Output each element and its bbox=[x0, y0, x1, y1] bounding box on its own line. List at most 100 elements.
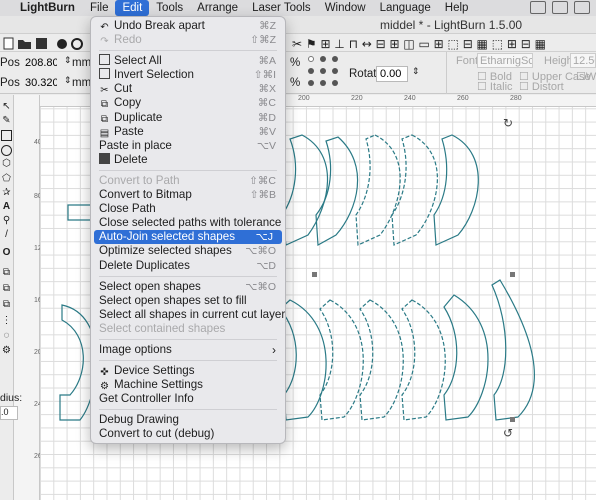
menu-language[interactable]: Language bbox=[373, 0, 438, 16]
boolean-tool-icon[interactable]: ⧉ bbox=[1, 283, 12, 294]
curved-part-shape[interactable] bbox=[443, 294, 489, 421]
origin-dot[interactable] bbox=[320, 80, 326, 86]
menu-file[interactable]: File bbox=[83, 0, 116, 16]
circular-array-icon[interactable]: ◌ bbox=[1, 330, 12, 341]
select-tool-icon[interactable]: ↖ bbox=[1, 101, 12, 112]
measure-tool-icon[interactable]: / bbox=[1, 229, 12, 240]
menu-item-delete[interactable]: Delete bbox=[91, 152, 285, 167]
rotate-handle-icon[interactable]: ↺ bbox=[503, 426, 513, 440]
menu-edit[interactable]: Edit bbox=[115, 0, 150, 16]
menu-item-device-settings[interactable]: ✜ Device Settings bbox=[91, 364, 285, 378]
xpos-label: Pos bbox=[0, 57, 20, 69]
menu-arrange[interactable]: Arrange bbox=[190, 0, 245, 16]
menu-item-debug-drawing[interactable]: Debug Drawing bbox=[91, 413, 285, 427]
rotate-input[interactable] bbox=[376, 66, 408, 82]
text-tool-icon[interactable]: A bbox=[1, 201, 12, 212]
rotate-handle-icon[interactable]: ↻ bbox=[503, 116, 513, 130]
menu-item-close-selected-paths[interactable]: Close selected paths with tolerance bbox=[91, 216, 285, 230]
polygon-tool-icon[interactable]: ⬡ bbox=[1, 158, 12, 169]
menu-item-machine-settings[interactable]: ⚙ Machine Settings bbox=[91, 378, 285, 392]
menu-item-close-path[interactable]: Close Path bbox=[91, 202, 285, 216]
tray-icon[interactable] bbox=[574, 1, 590, 14]
origin-dot[interactable] bbox=[308, 80, 314, 86]
origin-dot[interactable] bbox=[332, 80, 338, 86]
selection-handle[interactable] bbox=[510, 417, 515, 422]
origin-selector[interactable] bbox=[306, 54, 342, 92]
curved-part-shape[interactable] bbox=[433, 134, 479, 246]
curved-part-shape[interactable] bbox=[279, 299, 327, 421]
circle-half-icon[interactable] bbox=[71, 38, 83, 50]
position-tool-icon[interactable]: ⚲ bbox=[1, 215, 12, 226]
curved-part-shape[interactable] bbox=[281, 134, 329, 246]
menu-laser-tools[interactable]: Laser Tools bbox=[245, 0, 318, 16]
distort-checkbox[interactable]: ☐ Distort bbox=[519, 80, 564, 93]
origin-dot[interactable] bbox=[308, 56, 314, 62]
menu-item-convert-to-cut[interactable]: Convert to cut (debug) bbox=[91, 427, 285, 441]
menu-item-invert-selection[interactable]: Invert Selection ⇧⌘I bbox=[91, 68, 285, 82]
offset-tool-icon[interactable]: O bbox=[1, 247, 12, 258]
star-tool-icon[interactable]: ✰ bbox=[1, 187, 12, 198]
menu-item-paste-in-place[interactable]: Paste in place ⌥V bbox=[91, 139, 285, 153]
tool-icons[interactable]: ✂ ⚑ ⊞ ⊥ ⊓ ↔ ⊟ ⊞ ◫ ▭ ⊞ ⬚ ⊟ ▦ ⬚ ⊞ ⊟ ▦ bbox=[292, 37, 546, 51]
menu-window[interactable]: Window bbox=[318, 0, 373, 16]
menu-item-select-contained[interactable]: Select contained shapes bbox=[91, 322, 285, 336]
menu-item-select-open-fill[interactable]: Select open shapes set to fill bbox=[91, 294, 285, 308]
menu-tools[interactable]: Tools bbox=[149, 0, 190, 16]
save-icon[interactable] bbox=[36, 38, 47, 49]
menu-item-paste[interactable]: ▤ Paste ⌘V bbox=[91, 125, 285, 139]
origin-dot[interactable] bbox=[320, 68, 326, 74]
selection-handle[interactable] bbox=[510, 272, 515, 277]
selection-handle[interactable] bbox=[312, 272, 317, 277]
xpos-input[interactable] bbox=[22, 55, 60, 71]
shape-tool-icon[interactable]: ⬠ bbox=[1, 173, 12, 184]
menu-item-undo[interactable]: ↶ Undo Break apart ⌘Z bbox=[91, 19, 285, 33]
gear-icon[interactable]: ⚙ bbox=[1, 345, 12, 356]
menu-item-select-open-shapes[interactable]: Select open shapes ⌥⌘O bbox=[91, 280, 285, 294]
menu-item-convert-to-path[interactable]: Convert to Path ⇧⌘C bbox=[91, 174, 285, 188]
menu-item-auto-join[interactable]: Auto-Join selected shapes ⌥J bbox=[94, 230, 282, 245]
rotate-stepper[interactable]: ⇕ bbox=[412, 66, 420, 77]
italic-checkbox[interactable]: ☐ Italic bbox=[477, 80, 513, 93]
menu-item-duplicate[interactable]: ⧉ Duplicate ⌘D bbox=[91, 111, 285, 125]
curved-part-shape[interactable] bbox=[491, 279, 535, 421]
menu-item-select-all-in-layer[interactable]: Select all shapes in current cut layer bbox=[91, 308, 285, 322]
ypos-stepper[interactable]: ⇕ bbox=[64, 75, 72, 86]
curved-part-shape[interactable] bbox=[355, 134, 401, 246]
new-file-icon[interactable] bbox=[3, 37, 14, 50]
curved-part-shape[interactable] bbox=[359, 299, 404, 421]
curved-part-shape[interactable] bbox=[391, 134, 438, 246]
edit-nodes-icon[interactable]: ✎ bbox=[1, 115, 12, 126]
corner-radius-input[interactable]: .0 bbox=[0, 406, 18, 420]
menu-item-redo[interactable]: ↷ Redo ⇧⌘Z bbox=[91, 33, 285, 47]
open-folder-icon[interactable] bbox=[18, 40, 31, 49]
menu-item-cut[interactable]: ✂ Cut ⌘X bbox=[91, 82, 285, 96]
rectangle-tool-icon[interactable] bbox=[1, 130, 12, 141]
menu-help[interactable]: Help bbox=[438, 0, 476, 16]
menu-lightburn[interactable]: LightBurn bbox=[0, 2, 83, 14]
origin-dot[interactable] bbox=[320, 56, 326, 62]
menu-item-get-controller-info[interactable]: Get Controller Info bbox=[91, 392, 285, 406]
curved-part-shape[interactable] bbox=[315, 136, 359, 246]
weld-tool-icon[interactable]: ⧉ bbox=[1, 299, 12, 310]
origin-dot[interactable] bbox=[332, 56, 338, 62]
ellipse-tool-icon[interactable] bbox=[1, 145, 12, 156]
ypos-input[interactable] bbox=[22, 75, 60, 91]
weld-checkbox[interactable]: ☐Weld bbox=[576, 70, 596, 83]
curved-part-shape[interactable] bbox=[401, 299, 446, 421]
font-height-input[interactable]: 12.50 bbox=[570, 53, 596, 68]
tray-icon[interactable] bbox=[552, 1, 568, 14]
menu-item-optimize[interactable]: Optimize selected shapes ⌥⌘O bbox=[91, 244, 285, 258]
array-tool-icon[interactable]: ⧉ bbox=[1, 267, 12, 278]
tray-icon[interactable] bbox=[530, 1, 546, 14]
origin-dot[interactable] bbox=[308, 68, 314, 74]
menu-item-delete-duplicates[interactable]: Delete Duplicates ⌥D bbox=[91, 259, 285, 273]
menu-item-select-all[interactable]: Select All ⌘A bbox=[91, 54, 285, 68]
menu-item-copy[interactable]: ⧉ Copy ⌘C bbox=[91, 96, 285, 110]
circle-icon[interactable] bbox=[57, 39, 67, 49]
origin-dot[interactable] bbox=[332, 68, 338, 74]
font-select[interactable]: EtharnigSc bbox=[477, 53, 533, 68]
menu-item-image-options[interactable]: Image options › bbox=[91, 343, 285, 357]
menu-item-convert-to-bitmap[interactable]: Convert to Bitmap ⇧⌘B bbox=[91, 188, 285, 202]
grid-array-icon[interactable]: ⋮ bbox=[1, 315, 12, 326]
xpos-stepper[interactable]: ⇕ bbox=[64, 55, 72, 66]
